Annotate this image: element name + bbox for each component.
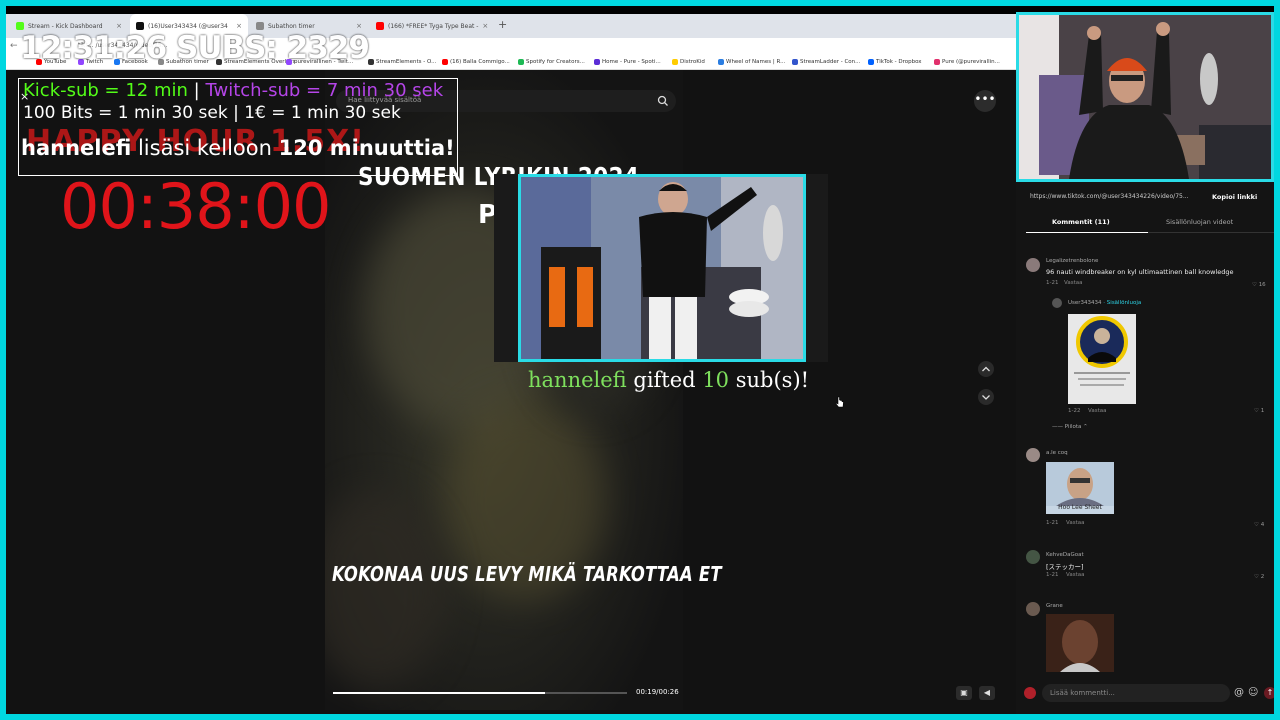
picture-in-picture-icon[interactable]: ▣ <box>956 686 972 700</box>
comment-username[interactable]: User343434 · Sisällönluoja <box>1068 300 1141 306</box>
comment-username[interactable]: KehveDaGoat <box>1046 552 1084 558</box>
tab-comments[interactable]: Kommentit (11) <box>1052 218 1110 226</box>
back-arrow-icon[interactable]: ← <box>10 41 18 51</box>
bookmark-streamelements-o[interactable]: StreamElements - O... <box>368 59 436 65</box>
comment-sticker[interactable]: Hoo Lee Sheet <box>1046 462 1114 514</box>
bookmark-pure-spotify[interactable]: Home - Pure - Spoti... <box>594 59 661 65</box>
volume-icon[interactable]: ◀ <box>979 686 995 700</box>
copy-link-button[interactable]: Kopioi linkki <box>1212 193 1257 201</box>
comment-like-count[interactable]: ♡ 4 <box>1254 522 1264 528</box>
active-tab-underline <box>1026 232 1148 233</box>
reply-button[interactable]: Vastaa <box>1088 408 1106 414</box>
close-icon[interactable]: × <box>116 22 122 30</box>
video-link[interactable]: https://www.tiktok.com/@user343434226/vi… <box>1030 193 1205 200</box>
user-avatar[interactable] <box>1024 687 1036 699</box>
creator-badge: · Sisällönluoja <box>1103 300 1142 306</box>
video-progress-fill <box>333 692 545 694</box>
subs-count: 2329 <box>286 30 370 66</box>
comment-image[interactable] <box>1068 314 1136 404</box>
bookmark-wheel-of-names[interactable]: Wheel of Names | R... <box>718 59 785 65</box>
avatar[interactable] <box>1026 258 1040 272</box>
comment-date: 1-21 <box>1046 280 1059 286</box>
subathon-timer: 00:38:00 <box>60 170 331 243</box>
video-progress-bar[interactable] <box>333 692 627 694</box>
more-options-icon[interactable]: ••• <box>974 90 996 112</box>
bookmark-streamladder[interactable]: StreamLadder - Con... <box>792 59 860 65</box>
comment-username[interactable]: Grane <box>1046 603 1063 609</box>
youtube-icon <box>442 59 448 65</box>
stream-frame: Stream - Kick Dashboard × (16)User343434… <box>6 6 1274 714</box>
comment-username[interactable]: a.le coq <box>1046 450 1068 456</box>
kick-icon <box>16 22 24 30</box>
comment-text: [ステッカー] <box>1046 563 1084 571</box>
wheel-icon <box>718 59 724 65</box>
comment-input-row: @ ☺ ↑ <box>1024 684 1274 702</box>
send-comment-button[interactable]: ↑ <box>1264 687 1274 699</box>
overlay-clock: 12:31:26 SUBS: 2329 <box>20 30 370 66</box>
close-icon[interactable]: × <box>482 22 488 30</box>
avatar[interactable] <box>1026 602 1040 616</box>
comment-sticker[interactable] <box>1046 614 1114 672</box>
emoji-icon[interactable]: ☺ <box>1248 687 1258 698</box>
dropbox-icon <box>868 59 874 65</box>
spotify-icon <box>594 59 600 65</box>
comment-text: 96 nauti windbreaker on kyl ultimaattine… <box>1046 268 1234 276</box>
next-video-button[interactable] <box>978 389 994 405</box>
avatar[interactable] <box>1026 448 1040 462</box>
avatar[interactable] <box>1026 550 1040 564</box>
distrokid-icon <box>672 59 678 65</box>
comments-panel: https://www.tiktok.com/@user343434226/vi… <box>1016 182 1274 714</box>
hide-replies-button[interactable]: —— Piilota ⌃ <box>1052 424 1088 430</box>
bookmark-dropbox[interactable]: TikTok - Dropbox <box>868 59 922 65</box>
new-tab-button[interactable]: + <box>498 18 507 31</box>
sticker-caption: Hoo Lee Sheet <box>1058 504 1102 511</box>
sub-rates: Kick-sub = 12 min | Twitch-sub = 7 min 3… <box>23 80 444 101</box>
mouse-cursor-icon <box>835 396 844 408</box>
globe-icon <box>256 22 264 30</box>
search-icon[interactable] <box>656 94 670 108</box>
previous-video-button[interactable] <box>978 361 994 377</box>
spotify-icon <box>518 59 524 65</box>
comment-like-count[interactable]: ♡ 2 <box>1254 574 1264 580</box>
close-icon[interactable]: × <box>236 22 242 30</box>
instagram-icon <box>934 59 940 65</box>
bits-rates: 100 Bits = 1 min 30 sek | 1€ = 1 min 30 … <box>23 103 401 123</box>
close-icon[interactable]: × <box>356 22 362 30</box>
bookmark-spotify-creators[interactable]: Spotify for Creators... <box>518 59 585 65</box>
comment-username[interactable]: Legalizetrenbolone <box>1046 258 1098 264</box>
bookmark-distrokid[interactable]: DistroKid <box>672 59 705 65</box>
comment-date: 1-22 <box>1068 408 1081 414</box>
reply-button[interactable]: Vastaa <box>1066 520 1084 526</box>
bookmark-balla[interactable]: (16) Balla Commigo... <box>442 59 510 65</box>
youtube-icon <box>376 22 384 30</box>
tab-creator-videos[interactable]: Sisällönluojan videot <box>1166 218 1233 226</box>
tiktok-icon <box>136 22 144 30</box>
avatar[interactable] <box>1052 298 1062 308</box>
video-link-row: https://www.tiktok.com/@user343434226/vi… <box>1020 190 1272 204</box>
comment-date: 1-21 <box>1046 520 1059 526</box>
comment-input[interactable] <box>1042 684 1230 702</box>
webcam-overlay <box>1016 12 1274 182</box>
streamladder-icon <box>792 59 798 65</box>
bookmark-instagram[interactable]: Pure (@purevirallin... <box>934 59 1000 65</box>
time-added-message: hannelefi lisäsi kelloon 120 minuuttia! <box>21 136 455 160</box>
gift-sub-alert: hannelefi gifted 10 sub(s)! <box>528 368 810 392</box>
tab-youtube[interactable]: (166) *FREE* Tyga Type Beat - × <box>370 14 488 38</box>
video-time: 00:19/00:26 <box>636 688 679 696</box>
comment-like-count[interactable]: ♡ 1 <box>1254 408 1264 414</box>
video-caption: KOKONAA UUS LEVY MIKÄ TARKOTTAA ET <box>332 562 722 586</box>
comment-date: 1-21 <box>1046 572 1059 578</box>
reply-button[interactable]: Vastaa <box>1064 280 1082 286</box>
comment-like-count[interactable]: ♡ 16 <box>1252 282 1266 288</box>
mention-icon[interactable]: @ <box>1234 687 1244 698</box>
reply-button[interactable]: Vastaa <box>1066 572 1084 578</box>
alert-video <box>518 174 806 362</box>
